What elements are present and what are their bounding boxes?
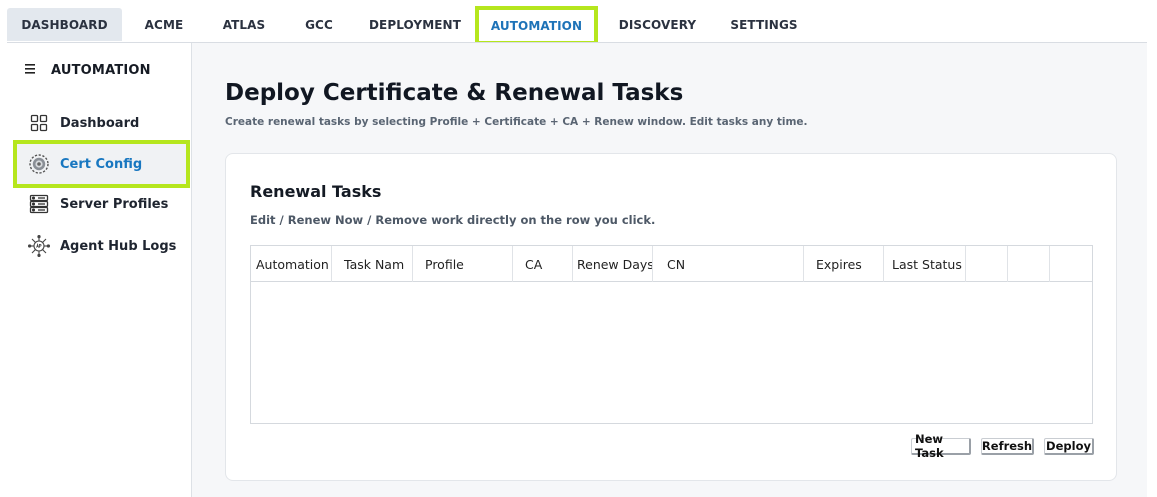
sidebar-item-server-profiles[interactable]: Server Profiles: [13, 182, 190, 226]
table-header: Automation Task Nam Profile CA Renew Day…: [251, 246, 1092, 282]
refresh-button[interactable]: Refresh: [981, 438, 1034, 455]
sidebar-item-agent-hub-logs[interactable]: Agent Hub Logs: [13, 224, 190, 268]
sidebar-header: AUTOMATION: [25, 63, 151, 78]
column-header-ca[interactable]: CA: [513, 246, 573, 282]
tab-deployment[interactable]: DEPLOYMENT: [360, 8, 470, 41]
sidebar: AUTOMATION Dashboard Cert Config Server …: [7, 43, 192, 497]
deploy-button[interactable]: Deploy: [1044, 438, 1094, 455]
api-hub-icon: [28, 235, 50, 257]
column-header-action-1[interactable]: [966, 246, 1008, 282]
tab-acme[interactable]: ACME: [129, 8, 199, 41]
sidebar-item-label: Dashboard: [60, 115, 140, 131]
page-subtitle: Create renewal tasks by selecting Profil…: [225, 116, 808, 128]
sidebar-item-cert-config[interactable]: Cert Config: [13, 140, 190, 188]
tab-atlas[interactable]: ATLAS: [208, 8, 280, 41]
server-icon: [28, 193, 50, 215]
sidebar-item-label: Server Profiles: [60, 196, 169, 212]
card-title: Renewal Tasks: [250, 182, 382, 201]
tab-discovery[interactable]: DISCOVERY: [610, 8, 705, 41]
new-task-button[interactable]: New Task: [911, 432, 971, 460]
column-header-last-status[interactable]: Last Status: [884, 246, 966, 282]
sidebar-item-label: Agent Hub Logs: [60, 238, 177, 254]
column-header-cn[interactable]: CN: [653, 246, 804, 282]
menu-icon[interactable]: [25, 63, 51, 78]
top-navigation: DASHBOARD ACME ATLAS GCC DEPLOYMENT AUTO…: [0, 0, 1157, 45]
tab-dashboard[interactable]: DASHBOARD: [7, 8, 122, 41]
tab-gcc[interactable]: GCC: [290, 8, 348, 41]
tab-automation[interactable]: AUTOMATION: [475, 6, 598, 45]
sidebar-title: AUTOMATION: [51, 63, 151, 78]
page-title: Deploy Certificate & Renewal Tasks: [225, 80, 684, 106]
grid-icon: [28, 112, 50, 134]
renewal-tasks-table: Automation Task Nam Profile CA Renew Day…: [250, 245, 1093, 424]
card-subtitle: Edit / Renew Now / Remove work directly …: [250, 213, 656, 227]
sidebar-item-dashboard[interactable]: Dashboard: [13, 101, 190, 145]
gear-icon: [28, 153, 50, 175]
tab-settings[interactable]: SETTINGS: [720, 8, 808, 41]
column-header-automation[interactable]: Automation: [251, 246, 332, 282]
column-header-task-name[interactable]: Task Nam: [332, 246, 413, 282]
column-header-action-2[interactable]: [1008, 246, 1050, 282]
renewal-tasks-card: Renewal Tasks Edit / Renew Now / Remove …: [225, 153, 1117, 481]
column-header-renew-days[interactable]: Renew Days: [573, 246, 653, 282]
column-header-action-3[interactable]: [1050, 246, 1092, 282]
column-header-expires[interactable]: Expires: [804, 246, 884, 282]
column-header-profile[interactable]: Profile: [413, 246, 513, 282]
sidebar-item-label: Cert Config: [60, 156, 143, 172]
